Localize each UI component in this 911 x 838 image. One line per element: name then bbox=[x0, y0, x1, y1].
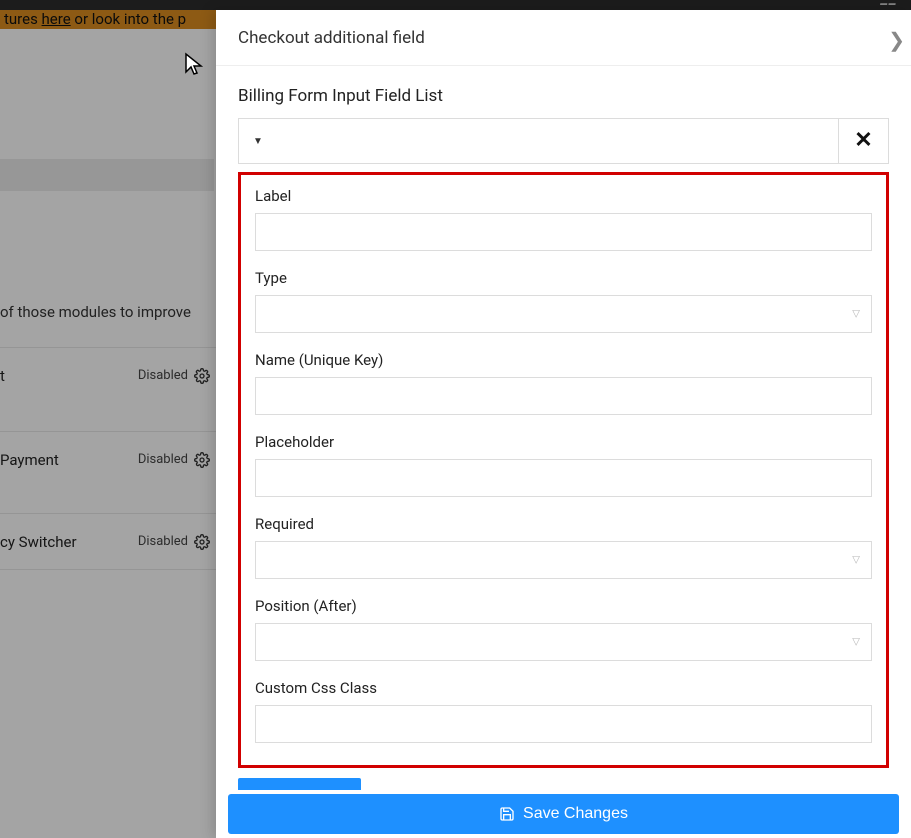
gear-icon[interactable] bbox=[194, 452, 210, 468]
placeholder-input[interactable] bbox=[255, 459, 872, 497]
background-divider bbox=[0, 569, 216, 570]
name-input[interactable] bbox=[255, 377, 872, 415]
drawer-panel: Checkout additional field ❯ Billing Form… bbox=[216, 10, 911, 838]
list-item-header: ▼ ✕ bbox=[238, 118, 889, 164]
drawer-header: Checkout additional field ❯ bbox=[216, 10, 911, 66]
save-changes-button[interactable]: Save Changes bbox=[228, 794, 899, 834]
field-label: Label bbox=[255, 187, 872, 205]
top-bar: —— bbox=[0, 0, 911, 10]
field-placeholder-block: Placeholder bbox=[255, 433, 872, 497]
module-row-label: t bbox=[0, 367, 5, 385]
module-row[interactable]: Payment Disabled bbox=[0, 431, 216, 487]
required-select[interactable] bbox=[255, 541, 872, 579]
chevron-down-icon: ▽ bbox=[852, 637, 860, 648]
status-text: Disabled bbox=[138, 534, 188, 549]
module-row-label: cy Switcher bbox=[0, 533, 77, 551]
field-position-block: Position (After) ▽ bbox=[255, 597, 872, 661]
drawer-title: Checkout additional field bbox=[238, 28, 425, 48]
field-label: Placeholder bbox=[255, 433, 872, 451]
notice-text-before: tures bbox=[4, 10, 42, 28]
field-name-block: Name (Unique Key) bbox=[255, 351, 872, 415]
gear-icon[interactable] bbox=[194, 534, 210, 550]
field-label: Position (After) bbox=[255, 597, 872, 615]
field-label-block: Label bbox=[255, 187, 872, 251]
gear-icon[interactable] bbox=[194, 368, 210, 384]
field-label: Custom Css Class bbox=[255, 679, 872, 697]
notice-link[interactable]: here bbox=[42, 10, 71, 28]
save-icon bbox=[499, 806, 515, 822]
field-required-block: Required ▽ bbox=[255, 515, 872, 579]
field-css-block: Custom Css Class bbox=[255, 679, 872, 743]
remove-item-button[interactable]: ✕ bbox=[839, 118, 889, 164]
type-select[interactable] bbox=[255, 295, 872, 333]
field-type-block: Type ▽ bbox=[255, 269, 872, 333]
background-toolbar-stripe bbox=[0, 159, 214, 191]
close-icon[interactable]: ❯ bbox=[888, 28, 905, 52]
save-changes-label: Save Changes bbox=[523, 805, 628, 823]
module-row-label: Payment bbox=[0, 451, 59, 469]
notice-text-after: or look into the p bbox=[71, 10, 186, 28]
module-row-status: Disabled bbox=[138, 534, 210, 550]
css-class-input[interactable] bbox=[255, 705, 872, 743]
status-text: Disabled bbox=[138, 368, 188, 383]
chevron-down-icon: ▼ bbox=[253, 136, 263, 147]
module-row[interactable]: t Disabled bbox=[0, 347, 216, 403]
background-description: of those modules to improve bbox=[0, 303, 216, 321]
field-label: Type bbox=[255, 269, 872, 287]
field-label: Name (Unique Key) bbox=[255, 351, 872, 369]
section-title: Billing Form Input Field List bbox=[238, 86, 889, 106]
module-row[interactable]: cy Switcher Disabled bbox=[0, 513, 216, 569]
module-row-status: Disabled bbox=[138, 368, 210, 384]
position-select[interactable] bbox=[255, 623, 872, 661]
drawer-footer: Save Changes bbox=[216, 790, 911, 838]
field-label: Required bbox=[255, 515, 872, 533]
chevron-down-icon: ▽ bbox=[852, 309, 860, 320]
status-text: Disabled bbox=[138, 452, 188, 467]
field-group-highlight: Label Type ▽ Name (Unique Key) Placehold… bbox=[238, 172, 889, 768]
chevron-down-icon: ▽ bbox=[852, 555, 860, 566]
close-icon: ✕ bbox=[854, 130, 872, 152]
label-input[interactable] bbox=[255, 213, 872, 251]
module-row-status: Disabled bbox=[138, 452, 210, 468]
drawer-body: Billing Form Input Field List ▼ ✕ Label … bbox=[216, 66, 911, 818]
list-item-toggle[interactable]: ▼ bbox=[238, 118, 839, 164]
